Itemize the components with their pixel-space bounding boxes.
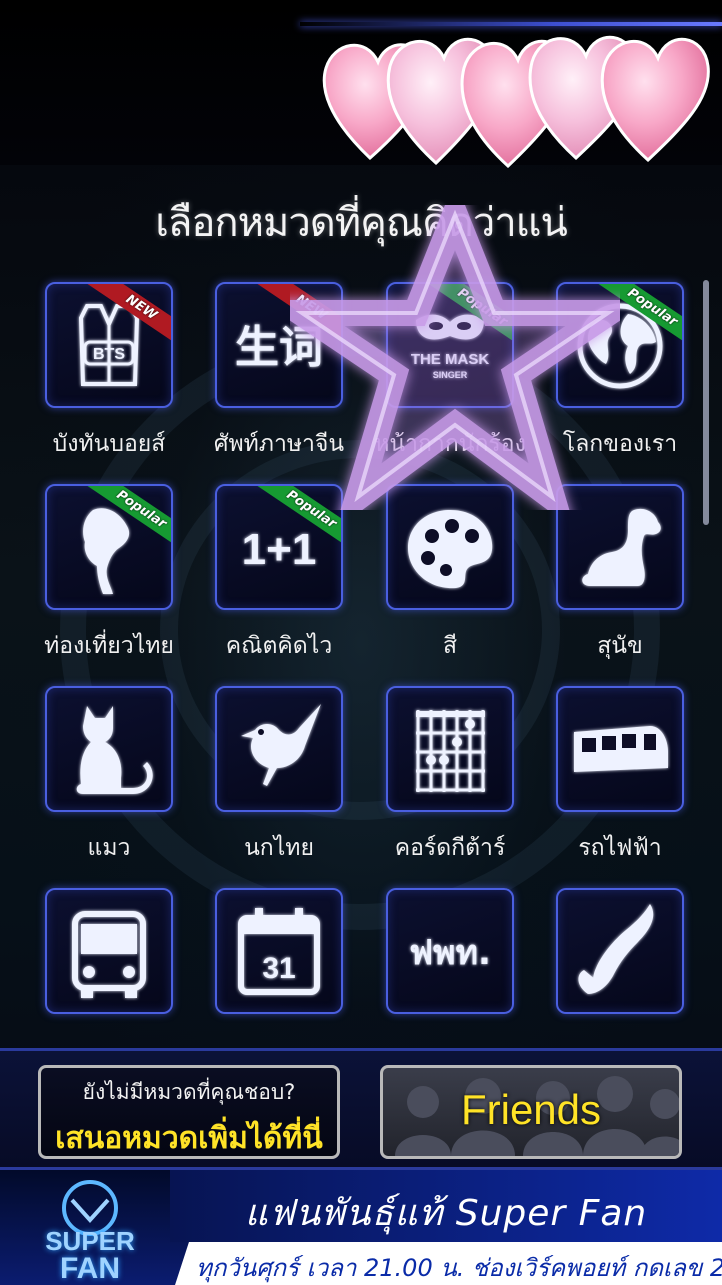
category-tile[interactable] [215,686,343,812]
banner-schedule: ทุกวันศุกร์ เวลา 21.00 น. ช่องเวิร์คพอยท… [196,1254,722,1282]
category-tile[interactable] [45,888,173,1014]
koi-fish-icon [578,904,654,994]
category-label: สุนัข [597,633,643,659]
banner-title: แฟนพันธุ์แท้ Super Fan [244,1193,648,1234]
guitar-chord-icon [416,710,485,792]
category-label: นกไทย [244,835,314,861]
category-label: สี [442,633,458,659]
category-tile[interactable] [386,686,514,812]
bottom-panel: ยังไม่มีหมวดที่คุณชอบ? เสนอหมวดเพิ่มได้ท… [0,1048,722,1170]
category-label: คอร์ดกีต้าร์ [394,835,506,861]
promo-banner[interactable]: แฟนพันธุ์แท้ Super Fan ทุกวันศุกร์ เวลา … [0,1170,722,1285]
category-tile[interactable] [45,686,173,812]
friends-label: Friends [460,1086,602,1133]
svg-text:1+1: 1+1 [242,525,317,574]
category-label: รถไฟฟ้า [578,835,662,861]
cat-icon [76,706,153,794]
text-icon: ฟพท. [409,933,491,973]
category-label: คณิตคิดไว [225,633,333,659]
category-label: บังทันบอยส์ [52,431,166,457]
bird-icon [241,704,321,786]
logo-line2: FAN [60,1252,120,1285]
suggest-question: ยังไม่มีหมวดที่คุณชอบ? [82,1080,296,1104]
friends-button[interactable]: Friends [380,1065,682,1159]
category-tile[interactable]: Popular [45,484,173,610]
svg-text:ฟพท.: ฟพท. [409,933,491,973]
category-label: แมว [87,835,131,861]
svg-text:BTS: BTS [93,346,125,363]
category-tile[interactable] [556,686,684,812]
bus-icon [72,911,146,998]
svg-text:31: 31 [262,952,295,985]
suggest-category-button[interactable]: ยังไม่มีหมวดที่คุณชอบ? เสนอหมวดเพิ่มได้ท… [38,1065,340,1159]
star-decoration [290,205,620,510]
bts-jacket-icon: BTS [78,304,140,386]
suggest-action: เสนอหมวดเพิ่มได้ที่นี่ [55,1121,323,1156]
category-grid: BTSNEWบังทันบอยส์ 生词NEWศัพท์ภาษาจีน THE … [0,0,722,1045]
category-tile[interactable]: 31 [215,888,343,1014]
super-fan-logo: SUPER FAN [10,1176,170,1285]
category-label: ท่องเที่ยวไทย [44,633,174,659]
category-tile[interactable] [556,888,684,1014]
thailand-map-icon [83,508,130,594]
calendar-icon: 31 [238,908,320,995]
category-tile[interactable]: ฟพท. [386,888,514,1014]
train-icon [574,726,668,772]
category-tile[interactable]: BTS NEW [45,282,173,408]
scrollbar[interactable] [703,280,709,525]
